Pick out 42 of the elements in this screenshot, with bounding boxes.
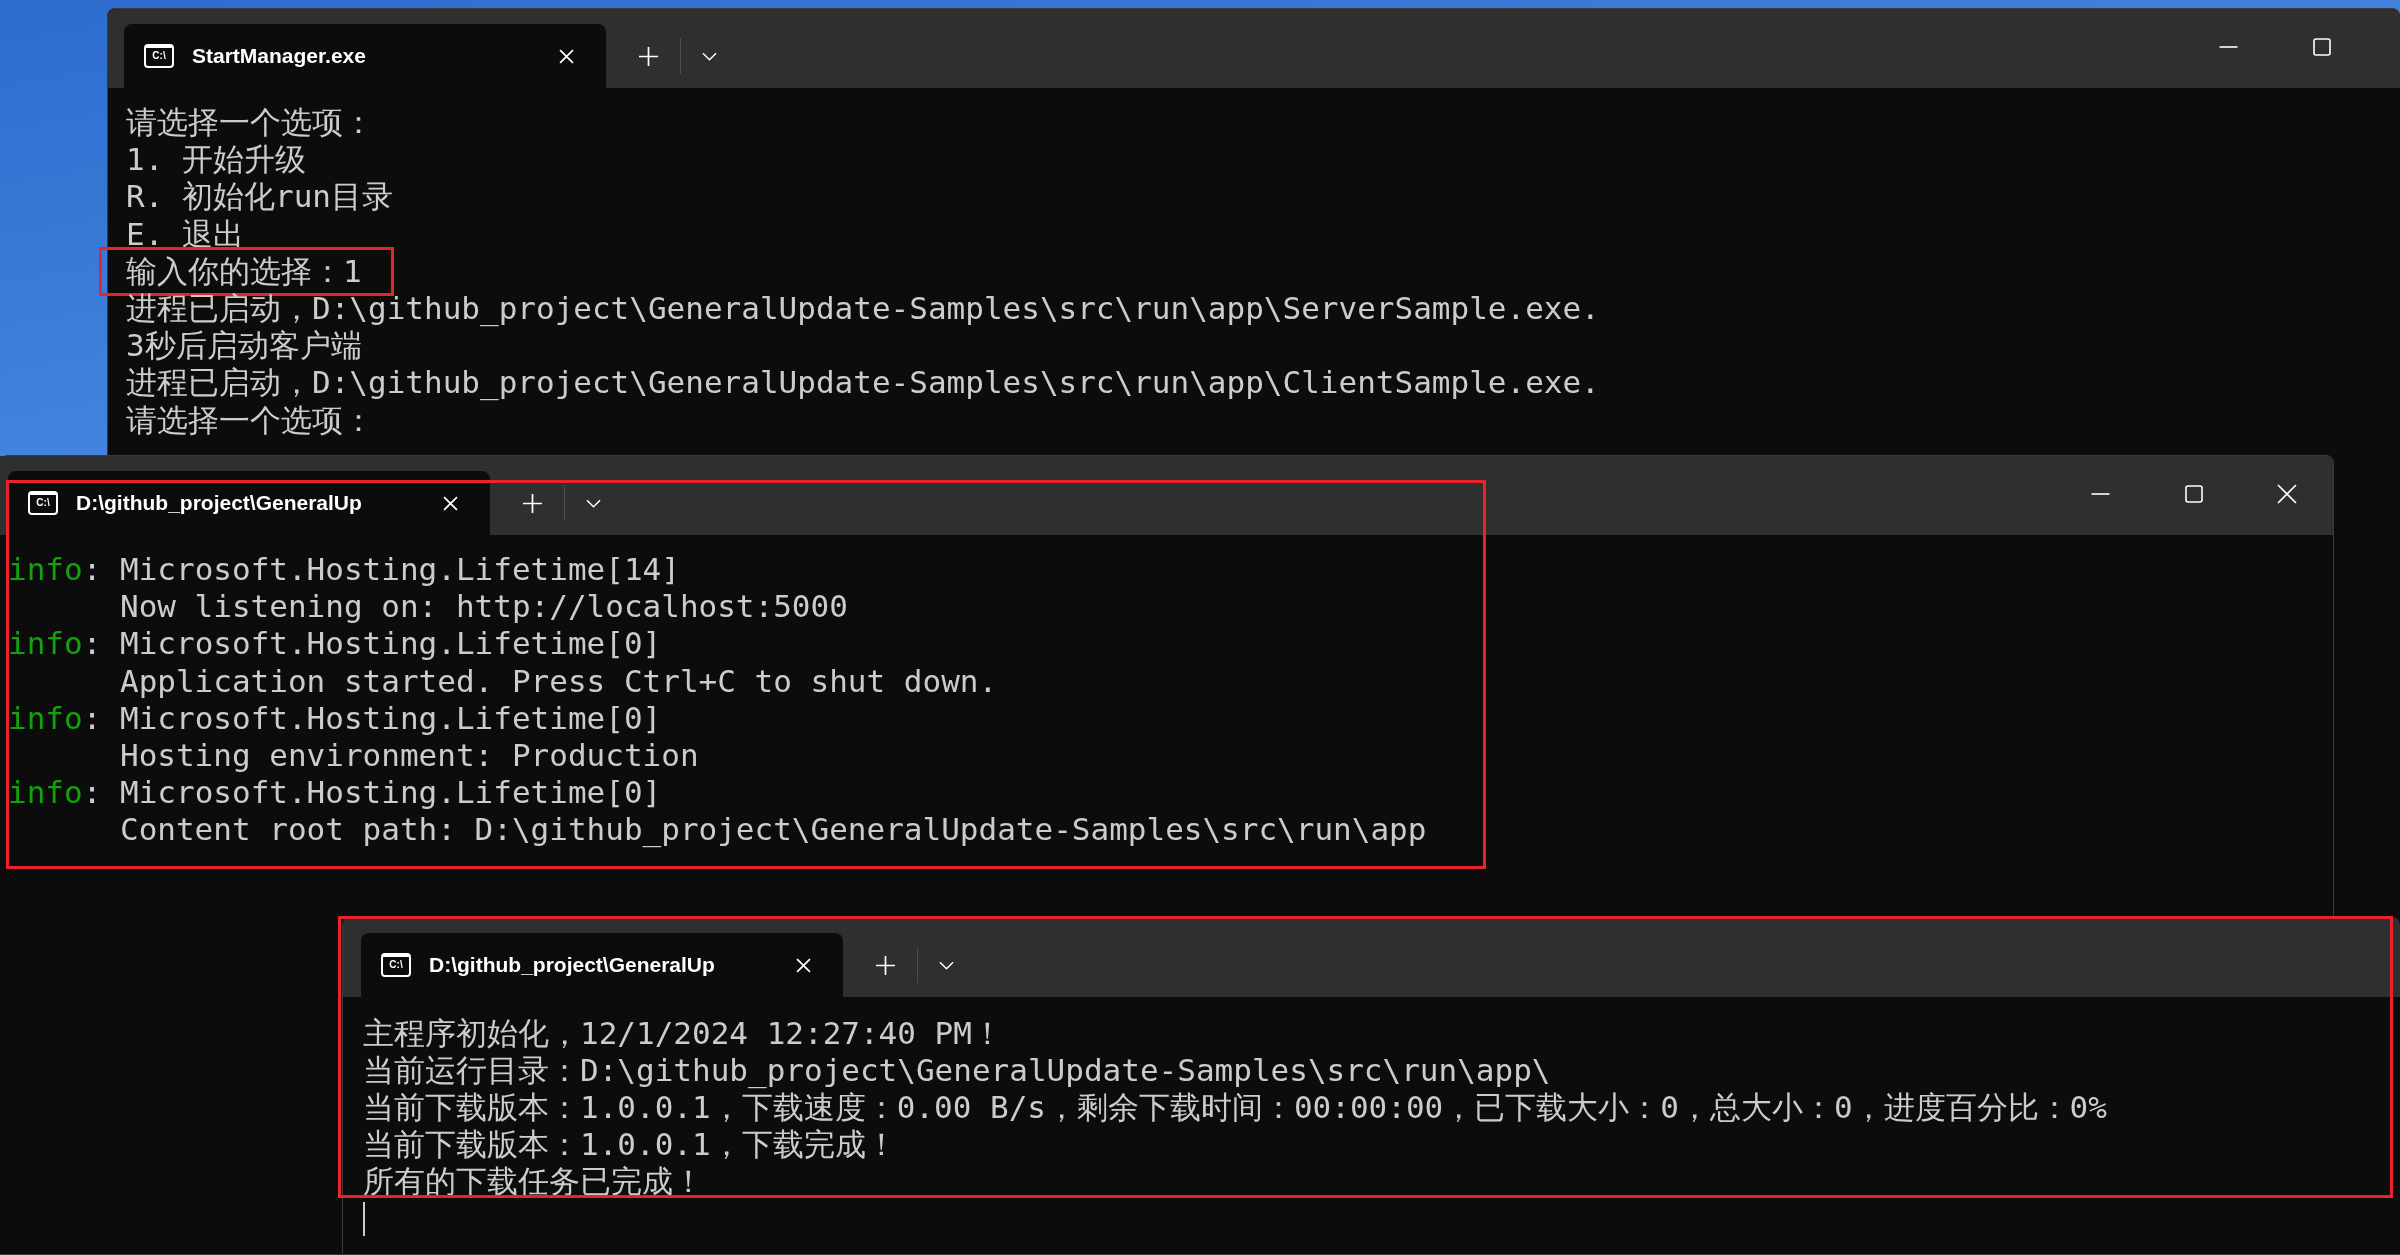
maximize-icon bbox=[2312, 38, 2331, 56]
console-icon: C:\ bbox=[381, 953, 411, 977]
console-line: 输入你的选择：1 bbox=[126, 252, 362, 290]
log-line: Now listening on: http://localhost:5000 bbox=[118, 588, 848, 626]
close-icon bbox=[442, 495, 458, 511]
minimize-icon bbox=[2091, 493, 2110, 495]
log-line: Application started. Press Ctrl+C to shut down. bbox=[118, 662, 998, 700]
plus-icon bbox=[522, 493, 542, 513]
console-line: 请选择一个选项： bbox=[126, 401, 374, 439]
log-line: info: Microsoft.Hosting.Lifetime[0] bbox=[8, 774, 662, 812]
close-icon bbox=[558, 48, 574, 64]
console-line: 当前运行目录：D:\github_project\GeneralUpdate-Samples\src\run\app\ bbox=[363, 1052, 1551, 1089]
console-line: 3秒后启动客户端 bbox=[126, 327, 362, 365]
chevron-icon bbox=[701, 51, 717, 61]
console-line: 1. 开始升级 bbox=[126, 141, 306, 179]
log-line: Content root path: D:\github_project\GeneralUpdate-Samples\src\run\app bbox=[118, 811, 1427, 849]
terminal-tab[interactable]: C:\ D:\github_project\GeneralUp bbox=[361, 933, 843, 997]
log-line: info: Microsoft.Hosting.Lifetime[0] bbox=[8, 699, 662, 737]
console-line: 当前下载版本：1.0.0.1，下载速度：0.00 B/s，剩余下载时间：00:00:00，已下载大小：0，总大小：0，进度百分比：0% bbox=[363, 1089, 2107, 1126]
console-line: 主程序初始化，12/1/2024 12:27:40 PM！ bbox=[363, 1015, 1003, 1052]
log-line: info: Microsoft.Hosting.Lifetime[14] bbox=[8, 551, 680, 589]
chevron-icon bbox=[585, 498, 601, 508]
chevron-icon bbox=[938, 960, 954, 970]
plus-icon bbox=[638, 46, 658, 66]
minimize-icon bbox=[2219, 46, 2238, 48]
console-line: 请选择一个选项： bbox=[126, 104, 374, 142]
console-line: 所有的下载任务已完成！ bbox=[363, 1163, 704, 1200]
terminal-tab[interactable]: C:\ D:\github_project\GeneralUp bbox=[8, 471, 490, 535]
plus-icon bbox=[875, 955, 895, 975]
console-line: 进程已启动，D:\github_project\GeneralUpdate-Samples\src\run\app\ClientSample.exe. bbox=[126, 364, 1600, 402]
console-line: 进程已启动，D:\github_project\GeneralUpdate-Samples\src\run\app\ServerSample.exe. bbox=[126, 290, 1600, 328]
maximize-icon bbox=[2184, 485, 2203, 503]
close-icon bbox=[795, 957, 811, 973]
close-icon bbox=[2276, 484, 2297, 504]
console-line: 当前下载版本：1.0.0.1，下载完成！ bbox=[363, 1126, 897, 1163]
console-line: E. 退出 bbox=[126, 215, 244, 253]
console-icon: C:\ bbox=[28, 491, 58, 515]
console-icon: C:\ bbox=[144, 44, 174, 68]
log-line: Hosting environment: Production bbox=[118, 737, 699, 775]
log-line: info: Microsoft.Hosting.Lifetime[0] bbox=[8, 625, 662, 663]
console-line: R. 初始化run目录 bbox=[126, 178, 393, 216]
terminal-tab[interactable]: C:\ StartManager.exe bbox=[124, 24, 606, 88]
